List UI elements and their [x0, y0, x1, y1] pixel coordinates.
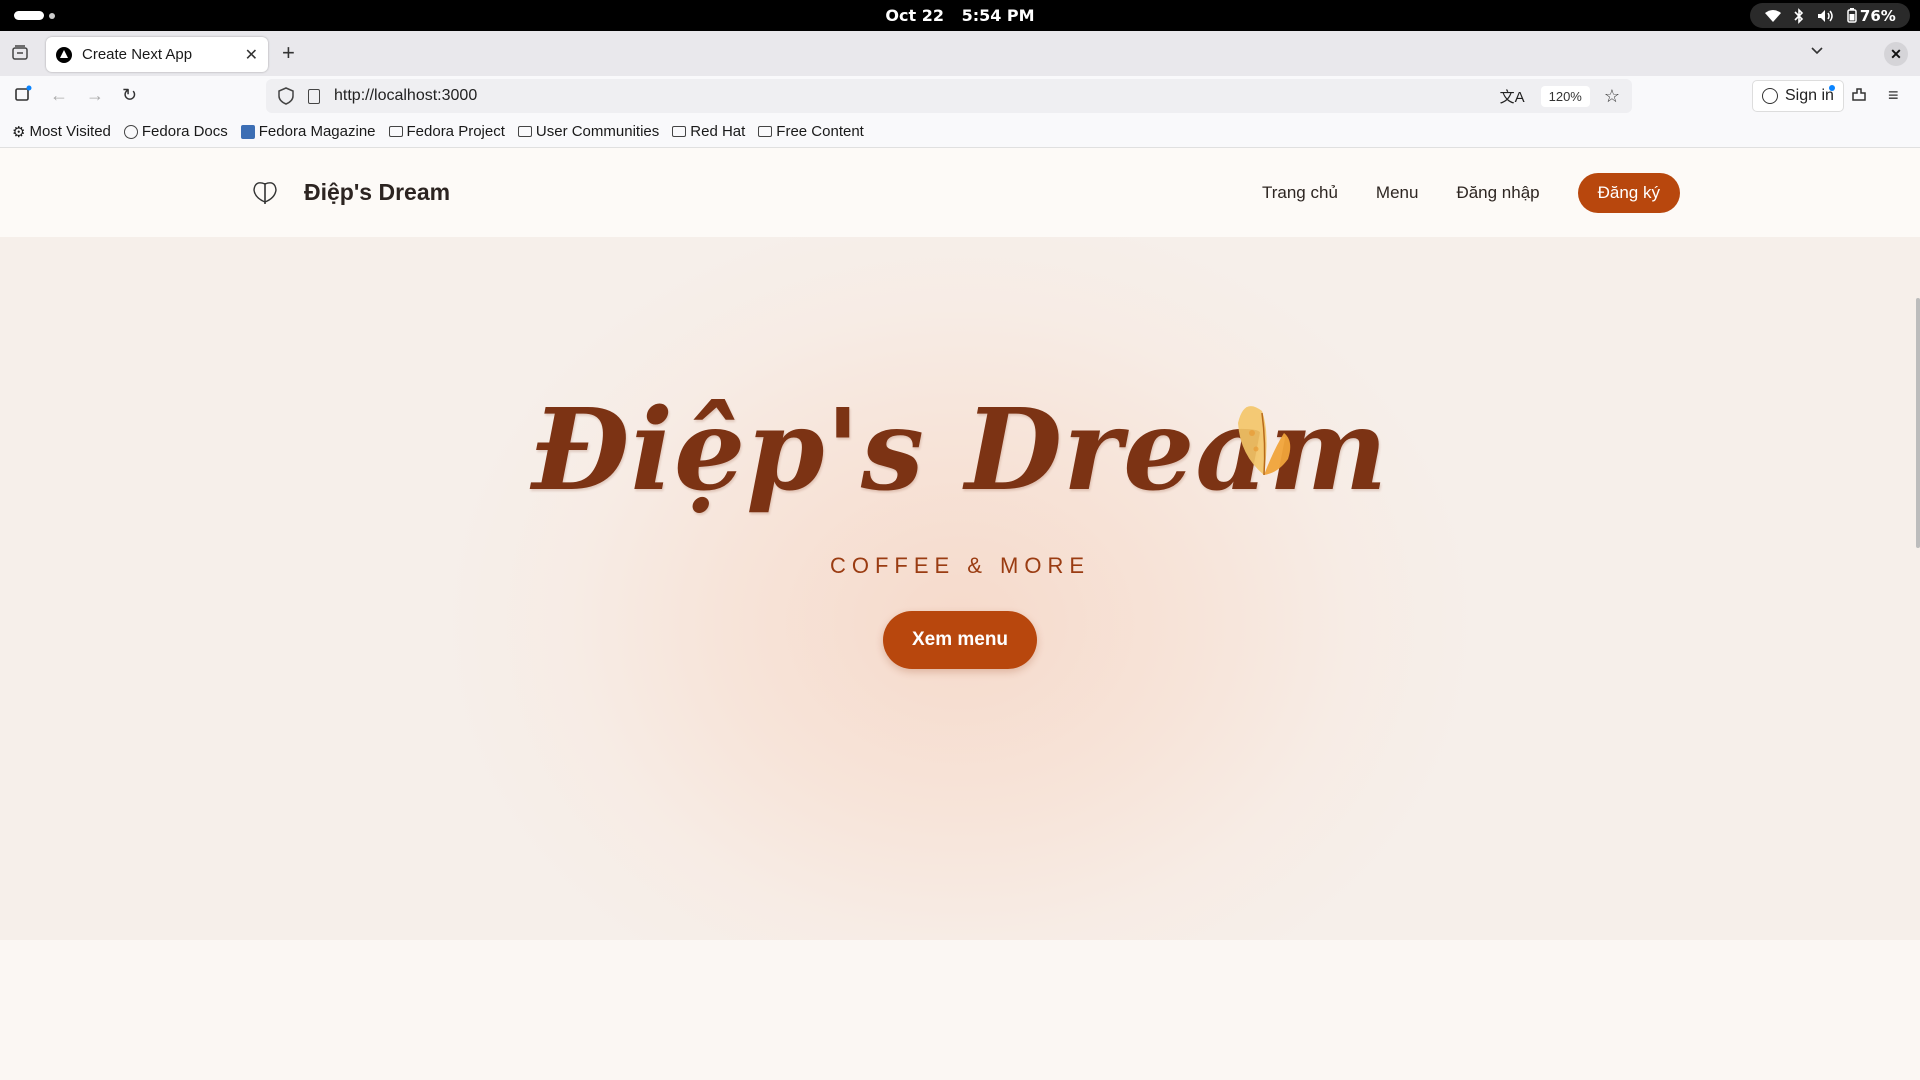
bookmark-label: User Communities — [535, 123, 660, 140]
nav-login-link[interactable]: Đăng nhập — [1456, 183, 1539, 203]
tab-close-icon[interactable]: ✕ — [245, 45, 258, 65]
nav-menu-link[interactable]: Menu — [1376, 183, 1419, 203]
bookmark-most-visited[interactable]: ⚙ Most Visited — [12, 123, 111, 141]
bookmark-user-communities[interactable]: User Communities — [517, 123, 660, 140]
hero-title: Điệp's Dream — [531, 385, 1389, 516]
battery-icon — [1847, 8, 1857, 23]
hero-section: Điệp's Dream COFFEE & MORE Xem menu — [0, 237, 1920, 940]
address-bar[interactable]: http://localhost:3000 文A 120% ☆ — [266, 79, 1632, 113]
window-close-icon[interactable]: ✕ — [1884, 42, 1908, 66]
bookmark-fedora-docs[interactable]: Fedora Docs — [123, 123, 228, 140]
nav-home-link[interactable]: Trang chủ — [1262, 183, 1338, 203]
zoom-level-button[interactable]: 120% — [1540, 85, 1590, 107]
fedora-magazine-icon — [240, 124, 255, 139]
gear-icon: ⚙ — [12, 123, 26, 141]
web-page: Điệp's Dream Trang chủ Menu Đăng nhập Đă… — [0, 148, 1920, 1080]
folder-icon — [672, 126, 687, 137]
nextjs-favicon-icon — [56, 46, 72, 63]
list-all-tabs-icon[interactable] — [1810, 44, 1824, 58]
clock[interactable]: Oct 22 5:54 PM — [0, 6, 1920, 25]
tab-title: Create Next App — [82, 46, 193, 63]
volume-icon — [1817, 9, 1835, 23]
bookmarks-bar: ⚙ Most Visited Fedora Docs Fedora Magazin… — [0, 116, 1920, 148]
wifi-icon — [1764, 9, 1782, 23]
battery-indicator: 76% — [1847, 7, 1896, 25]
folder-icon — [517, 126, 532, 137]
sign-in-button[interactable]: Sign in — [1752, 80, 1844, 112]
brand-name[interactable]: Điệp's Dream — [304, 179, 450, 206]
bookmark-label: Fedora Magazine — [258, 123, 376, 140]
globe-icon — [123, 124, 138, 139]
bookmark-fedora-project[interactable]: Fedora Project — [388, 123, 505, 140]
view-menu-button[interactable]: Xem menu — [883, 611, 1037, 669]
bluetooth-icon — [1794, 7, 1804, 24]
bookmark-label: Free Content — [776, 123, 864, 140]
browser-tab-strip: Create Next App ✕ + ✕ — [0, 31, 1920, 76]
back-arrow-icon[interactable]: ← — [50, 85, 68, 106]
page-info-icon[interactable] — [308, 88, 320, 104]
bookmark-fedora-magazine[interactable]: Fedora Magazine — [240, 123, 376, 140]
sidebar-toggle-icon[interactable] — [14, 85, 32, 103]
time-label: 5:54 PM — [961, 6, 1035, 25]
app-menu-icon[interactable]: ≡ — [1888, 85, 1899, 106]
tracking-shield-icon[interactable] — [278, 87, 294, 105]
forward-arrow-icon[interactable]: → — [86, 85, 104, 106]
bookmark-label: Red Hat — [690, 123, 746, 140]
hero-tagline: COFFEE & MORE — [829, 553, 1091, 578]
browser-toolbar: ← → ↻ http://localhost:3000 文A 120% ☆ Si… — [0, 76, 1920, 116]
page-scrollbar[interactable] — [1916, 298, 1920, 548]
butterfly-icon — [1238, 406, 1291, 476]
tab-active[interactable]: Create Next App ✕ — [46, 37, 268, 72]
reload-icon[interactable]: ↻ — [122, 85, 137, 106]
system-tray[interactable]: 76% — [1750, 3, 1910, 28]
notification-dot — [1828, 85, 1835, 91]
folder-icon — [388, 126, 403, 137]
extensions-icon[interactable] — [1850, 85, 1868, 103]
butterfly-logo-icon[interactable] — [250, 178, 280, 208]
bookmark-free-content[interactable]: Free Content — [758, 123, 864, 140]
url-text[interactable]: http://localhost:3000 — [334, 87, 1500, 105]
bookmark-label: Fedora Docs — [141, 123, 228, 140]
signup-button[interactable]: Đăng ký — [1577, 173, 1680, 213]
account-icon — [1762, 88, 1778, 104]
bookmark-label: Most Visited — [29, 123, 111, 140]
site-header: Điệp's Dream Trang chủ Menu Đăng nhập Đă… — [0, 148, 1920, 237]
battery-percent: 76% — [1859, 6, 1896, 25]
system-top-bar: Oct 22 5:54 PM en 76% — [0, 0, 1920, 31]
translate-icon[interactable]: 文A — [1500, 86, 1525, 107]
sign-in-label: Sign in — [1785, 87, 1834, 104]
new-tab-icon[interactable]: + — [282, 40, 295, 66]
bookmark-star-icon[interactable]: ☆ — [1604, 86, 1620, 107]
folder-icon — [758, 126, 773, 137]
main-nav: Trang chủ Menu Đăng nhập Đăng ký — [1262, 173, 1680, 213]
tab-groups-icon[interactable] — [10, 43, 30, 63]
date-label: Oct 22 — [885, 6, 944, 25]
bookmark-red-hat[interactable]: Red Hat — [672, 123, 745, 140]
bookmark-label: Fedora Project — [406, 123, 505, 140]
